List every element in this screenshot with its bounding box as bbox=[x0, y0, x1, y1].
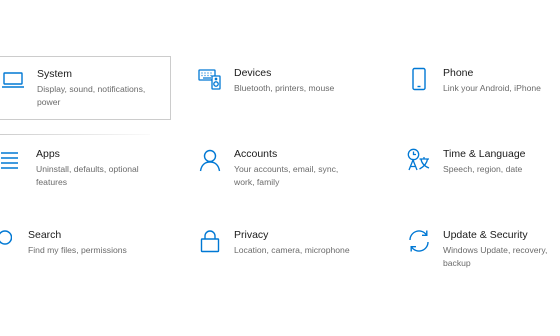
tile-title: Apps bbox=[36, 148, 60, 160]
tile-title: Privacy bbox=[234, 229, 269, 241]
person-icon bbox=[198, 148, 222, 172]
settings-home: System Display, sound, notifications, pow… bbox=[0, 0, 560, 336]
tile-system[interactable]: System Display, sound, notifications, pow… bbox=[0, 56, 171, 120]
tile-time-language[interactable]: Time & Language Speech, region, date bbox=[407, 147, 560, 197]
laptop-icon bbox=[1, 68, 25, 92]
tile-shadow-divider bbox=[0, 134, 150, 135]
tile-title: Update & Security bbox=[443, 229, 528, 241]
sync-arrows-icon bbox=[407, 229, 431, 253]
language-icon bbox=[407, 148, 431, 172]
keyboard-speaker-icon bbox=[198, 67, 222, 91]
tile-description: Find my files, permissions bbox=[28, 245, 127, 255]
tile-description: Bluetooth, printers, mouse bbox=[234, 83, 335, 93]
tile-description: Speech, region, date bbox=[443, 164, 523, 174]
tile-update-security[interactable]: Update & Security Windows Update, recove… bbox=[407, 228, 560, 278]
tile-search[interactable]: Search Find my files, permissions bbox=[0, 228, 171, 278]
tile-description: Windows Update, recovery, backup bbox=[443, 245, 548, 268]
tile-apps[interactable]: Apps Uninstall, defaults, optional featur… bbox=[0, 147, 171, 197]
tile-title: Devices bbox=[234, 67, 272, 79]
tile-accounts[interactable]: Accounts Your accounts, email, sync, work… bbox=[198, 147, 368, 197]
tile-title: System bbox=[37, 68, 73, 80]
apps-list-icon bbox=[0, 148, 24, 172]
tile-description: Link your Android, iPhone bbox=[443, 83, 541, 93]
tile-description: Location, camera, microphone bbox=[234, 245, 350, 255]
tile-title: Search bbox=[28, 229, 62, 241]
search-icon bbox=[0, 229, 12, 253]
tile-title: Time & Language bbox=[443, 148, 526, 160]
tile-description: Uninstall, defaults, optional features bbox=[36, 164, 139, 187]
tile-devices[interactable]: Devices Bluetooth, printers, mouse bbox=[198, 66, 368, 116]
tile-title: Phone bbox=[443, 67, 474, 79]
lock-icon bbox=[198, 229, 222, 253]
phone-icon bbox=[407, 67, 431, 91]
tile-privacy[interactable]: Privacy Location, camera, microphone bbox=[198, 228, 368, 278]
tile-description: Your accounts, email, sync, work, family bbox=[234, 164, 339, 187]
tile-phone[interactable]: Phone Link your Android, iPhone bbox=[407, 66, 560, 116]
tile-description: Display, sound, notifications, power bbox=[37, 84, 146, 107]
tile-title: Accounts bbox=[234, 148, 278, 160]
